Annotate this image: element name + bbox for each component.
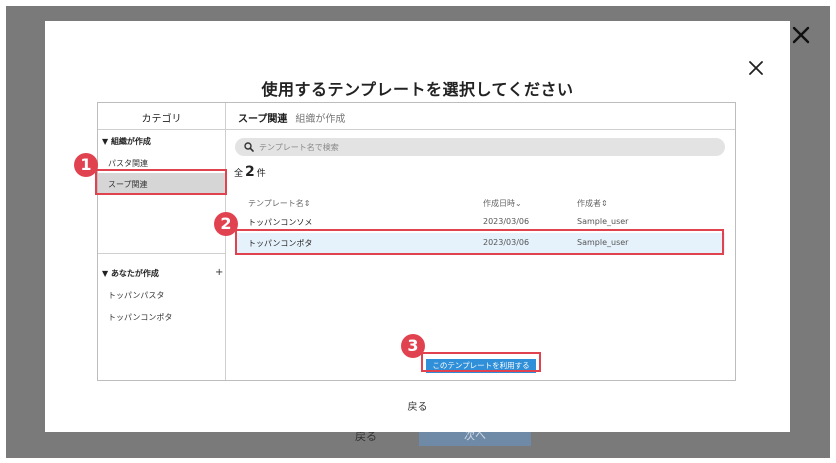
close-icon[interactable] — [747, 59, 765, 77]
template-select-modal: 使用するテンプレートを選択してください カテゴリ スープ関連 組織が作成 ▼ 組織… — [45, 21, 790, 432]
your-section-toggle[interactable]: ▼ あなたが作成 — [102, 268, 159, 279]
count-suffix: 件 — [256, 169, 266, 179]
column-header-date[interactable]: 作成日時⌄ — [483, 198, 522, 209]
search-input[interactable] — [259, 138, 699, 156]
column-divider — [225, 103, 226, 380]
current-category-name: スープ関連 — [238, 114, 288, 125]
step-badge-2: 2 — [214, 212, 238, 236]
sidebar-item-toppan-cornpota[interactable]: トッパンコンポタ — [108, 312, 172, 323]
count-value: 2 — [245, 164, 255, 180]
current-category-title: スープ関連 組織が作成 — [238, 110, 345, 125]
header-divider — [98, 129, 735, 130]
sidebar-item-toppan-pasta[interactable]: トッパンパスタ — [108, 290, 164, 301]
row-author: Sample_user — [577, 217, 629, 226]
result-count: 全2件 — [234, 164, 266, 180]
sidebar-divider — [98, 253, 225, 254]
back-button[interactable]: 戻る — [45, 398, 790, 413]
current-category-owner: 組織が作成 — [295, 114, 346, 125]
row-created-date: 2023/03/06 — [483, 217, 530, 226]
outer-close-icon[interactable] — [790, 24, 812, 46]
step-badge-3: 3 — [401, 334, 425, 358]
column-header-author[interactable]: 作成者⇕ — [577, 198, 608, 209]
highlight-soup-category — [95, 169, 227, 195]
modal-title: 使用するテンプレートを選択してください — [261, 80, 574, 99]
org-section-toggle[interactable]: ▼ 組織が作成 — [102, 136, 151, 147]
highlight-selected-row — [235, 229, 724, 255]
row-template-name: トッパンコンソメ — [248, 218, 313, 227]
search-icon — [244, 142, 254, 152]
step-badge-1: 1 — [74, 153, 98, 177]
column-header-name[interactable]: テンプレート名⇕ — [248, 198, 310, 209]
count-prefix: 全 — [234, 169, 244, 179]
search-bar — [235, 138, 725, 156]
sidebar-item-pasta[interactable]: パスタ関連 — [108, 158, 148, 169]
add-category-icon[interactable]: + — [215, 267, 223, 278]
highlight-use-button — [421, 352, 541, 372]
category-header: カテゴリ — [141, 114, 182, 125]
